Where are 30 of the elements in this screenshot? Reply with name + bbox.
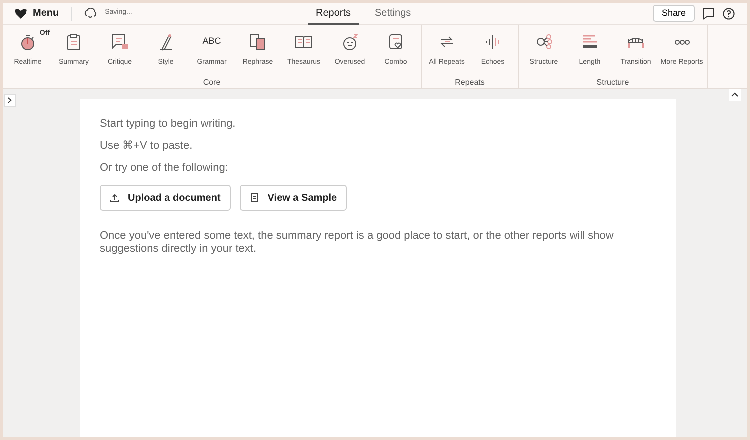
group-label: Repeats	[455, 77, 485, 89]
prompt-text: Or try one of the following:	[100, 162, 230, 175]
document-icon	[250, 193, 260, 203]
share-button[interactable]: Share	[652, 5, 695, 22]
expand-sidebar-icon[interactable]	[4, 94, 16, 107]
document-action-button[interactable]: Upload a document	[100, 185, 231, 211]
connected-nodes-icon	[535, 33, 553, 51]
cloud-sync-icon	[84, 8, 98, 19]
documents-icon	[249, 33, 267, 51]
pencil-icon	[157, 33, 175, 51]
abc-glyph: ABC	[202, 35, 222, 48]
three-circles-icon	[674, 40, 690, 44]
group-label: Structure	[596, 77, 630, 89]
document-action-button[interactable]: View a Sample	[240, 185, 348, 211]
upload-icon	[110, 193, 120, 203]
sleepy-face-icon	[341, 33, 359, 51]
report-tab[interactable]: Settings	[367, 3, 420, 25]
collapse-toolbar-icon[interactable]	[729, 89, 741, 101]
horizontal-bars-icon	[581, 33, 599, 51]
heart-logo-icon	[15, 8, 27, 18]
group-label: Core	[203, 77, 221, 89]
prompt-text: Use ⌘+V to paste.	[100, 140, 194, 153]
comment-icon[interactable]	[703, 8, 715, 20]
prompt-text: Start typing to begin writing.	[100, 118, 237, 131]
hint-paragraph: Once you've entered some text, the summary report is a good place to start, or the other reports will show suggestions directly in your text.	[100, 230, 615, 256]
sound-wave-icon	[484, 33, 502, 51]
stopwatch-icon	[19, 33, 37, 51]
help-icon[interactable]	[723, 8, 735, 20]
menu-link[interactable]: Menu	[33, 6, 60, 21]
clipboard-icon	[65, 33, 83, 51]
